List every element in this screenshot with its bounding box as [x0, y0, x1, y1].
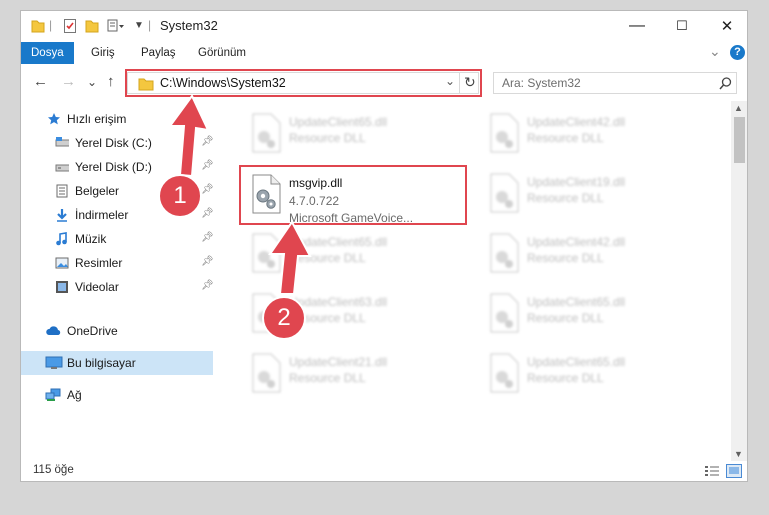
file-item[interactable]: UpdateClient65.dll Resource DLL — [479, 347, 679, 403]
sidebar-item-videolar[interactable]: Videolar 📌︎ — [21, 275, 214, 299]
file-highlight — [239, 165, 467, 225]
network-icon — [45, 388, 61, 401]
item-count: 115 öğe — [33, 464, 74, 476]
recent-locations-button[interactable]: ⌄ — [87, 75, 97, 89]
help-button[interactable]: ? — [730, 45, 745, 60]
separator: | — [49, 18, 53, 32]
chevron-down-icon[interactable]: ▼ — [134, 20, 144, 31]
sidebar-item-network[interactable]: Ağ — [21, 383, 213, 407]
music-icon — [56, 232, 67, 246]
dll-file-icon — [252, 113, 281, 153]
dll-file-icon — [252, 233, 281, 273]
navigation-pane: Hızlı erişim Yerel Disk (C:) 📌︎ Yerel Di… — [21, 103, 214, 451]
sidebar-item-resimler[interactable]: Resimler 📌︎ — [21, 251, 214, 275]
pin-icon[interactable]: 📌︎ — [201, 184, 214, 195]
tab-paylas[interactable]: Paylaş — [141, 42, 176, 64]
sidebar-item-local-disk-c[interactable]: Yerel Disk (C:) 📌︎ — [21, 131, 214, 155]
title-bar: | ▼ | System32 — ☐ ✕ — [21, 11, 747, 41]
file-item[interactable]: UpdateClient65.dll Resource DLL — [241, 227, 441, 283]
large-icons-view-icon[interactable] — [726, 464, 742, 478]
tab-giris[interactable]: Giriş — [91, 42, 115, 64]
pin-icon[interactable]: 📌︎ — [201, 208, 214, 219]
customize-toolbar-icon[interactable] — [107, 18, 125, 34]
download-icon — [57, 209, 67, 222]
step-badge-1: 1 — [158, 174, 202, 218]
cloud-icon — [46, 326, 61, 335]
maximize-button[interactable]: ☐ — [660, 11, 704, 41]
scroll-up-icon[interactable]: ▲ — [734, 103, 743, 113]
tab-gorunum[interactable]: Görünüm — [198, 42, 246, 64]
dll-file-icon — [490, 173, 519, 213]
dll-file-icon — [490, 233, 519, 273]
window-title: System32 — [160, 18, 218, 33]
search-input[interactable] — [502, 75, 702, 91]
drive-icon — [55, 137, 69, 147]
separator: | — [148, 18, 152, 32]
pin-icon[interactable]: 📌︎ — [201, 160, 214, 171]
file-item[interactable]: UpdateClient65.dll Resource DLL — [241, 107, 441, 163]
sidebar-item-quick-access[interactable]: Hızlı erişim — [21, 107, 213, 131]
search-box[interactable] — [493, 72, 737, 94]
computer-icon — [45, 356, 63, 369]
vertical-scrollbar[interactable]: ▲ ▼ — [731, 101, 747, 461]
file-item[interactable]: UpdateClient42.dll Resource DLL — [479, 107, 679, 163]
documents-icon — [56, 184, 68, 198]
step-badge-2: 2 — [262, 296, 306, 340]
ribbon-tabs: Dosya Giriş Paylaş Görünüm ⌄ ? — [21, 42, 747, 64]
sidebar-item-this-pc[interactable]: Bu bilgisayar — [21, 351, 213, 375]
back-button[interactable]: ← — [33, 73, 48, 90]
dll-file-icon — [252, 353, 281, 393]
file-item[interactable]: UpdateClient65.dll Resource DLL — [479, 287, 679, 343]
file-list: UpdateClient65.dll Resource DLL UpdateCl… — [231, 103, 731, 453]
tab-dosya[interactable]: Dosya — [21, 42, 74, 64]
pictures-icon — [55, 257, 69, 269]
ribbon-expand-chevron-icon[interactable]: ⌄ — [709, 40, 721, 62]
properties-icon[interactable] — [63, 18, 77, 34]
drive-icon — [55, 164, 69, 172]
pin-icon[interactable]: 📌︎ — [201, 136, 214, 147]
dll-file-icon — [490, 353, 519, 393]
close-button[interactable]: ✕ — [705, 11, 747, 41]
dll-file-icon — [490, 293, 519, 333]
address-bar-highlight — [125, 69, 482, 97]
up-button[interactable]: ↑ — [107, 73, 115, 90]
new-folder-icon[interactable] — [85, 18, 99, 34]
scroll-thumb[interactable] — [734, 117, 745, 163]
search-icon[interactable] — [719, 77, 732, 90]
sidebar-item-onedrive[interactable]: OneDrive — [21, 319, 213, 343]
file-item[interactable]: UpdateClient19.dll Resource DLL — [479, 167, 679, 223]
folder-icon — [31, 20, 45, 33]
file-item[interactable]: UpdateClient42.dll Resource DLL — [479, 227, 679, 283]
forward-button[interactable]: → — [61, 73, 76, 90]
pin-icon[interactable]: 📌︎ — [201, 256, 214, 267]
videos-icon — [56, 281, 68, 293]
pin-icon[interactable]: 📌︎ — [201, 232, 214, 243]
pin-icon[interactable]: 📌︎ — [201, 280, 214, 291]
status-bar: 115 öğe — [21, 461, 747, 481]
sidebar-item-muzik[interactable]: Müzik 📌︎ — [21, 227, 214, 251]
dll-file-icon — [490, 113, 519, 153]
star-icon — [48, 113, 60, 125]
file-item[interactable]: UpdateClient21.dll Resource DLL — [241, 347, 441, 403]
scroll-down-icon[interactable]: ▼ — [734, 449, 743, 459]
details-view-icon[interactable] — [704, 465, 720, 478]
minimize-button[interactable]: — — [615, 11, 659, 41]
